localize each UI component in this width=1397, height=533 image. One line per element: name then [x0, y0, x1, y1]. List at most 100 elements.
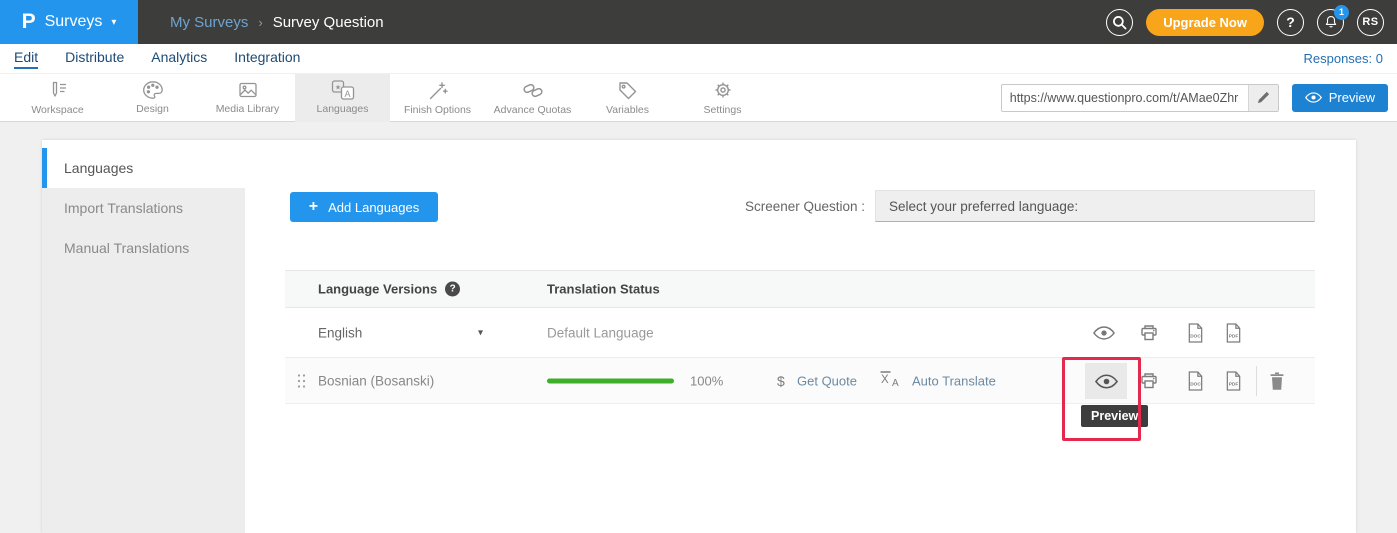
surveys-product-switcher[interactable]: P Surveys ▾: [0, 0, 138, 44]
toolbar-item-label: Advance Quotas: [494, 104, 572, 116]
preview-tooltip: Preview: [1081, 405, 1148, 427]
gear-icon: [712, 79, 734, 101]
preview-button[interactable]: Preview: [1292, 84, 1388, 112]
pencil-icon: [1257, 91, 1270, 104]
svg-text:PDF: PDF: [1228, 381, 1238, 387]
eye-icon: [1305, 92, 1322, 103]
drag-dots-icon: [297, 373, 306, 388]
toolbar-item-variables[interactable]: Variables: [580, 74, 675, 122]
column-header-translation-status: Translation Status: [547, 282, 660, 297]
topbar-actions: Upgrade Now ? 1 RS: [1106, 9, 1397, 36]
upgrade-now-button[interactable]: Upgrade Now: [1146, 9, 1264, 36]
print-language-button[interactable]: [1136, 324, 1162, 342]
main-area: Languages Import Translations Manual Tra…: [0, 122, 1397, 533]
preview-translation-button[interactable]: [1085, 363, 1127, 399]
trash-icon: [1269, 371, 1285, 390]
toolbar-item-label: Variables: [606, 104, 649, 116]
search-button[interactable]: [1106, 9, 1133, 36]
export-pdf-button[interactable]: PDF: [1220, 370, 1246, 391]
toolbar-item-finish-options[interactable]: Finish Options: [390, 74, 485, 122]
svg-text:DOC: DOC: [1190, 333, 1201, 339]
media-library-icon: [237, 80, 259, 100]
get-quote-link[interactable]: Get Quote: [797, 373, 857, 388]
preview-button-label: Preview: [1329, 90, 1375, 105]
breadcrumb-my-surveys[interactable]: My Surveys: [170, 14, 248, 31]
delete-language-button[interactable]: [1264, 371, 1290, 390]
svg-text:A: A: [892, 378, 899, 387]
print-translation-button[interactable]: [1136, 372, 1162, 390]
notification-badge: 1: [1334, 5, 1349, 20]
design-palette-icon: [142, 80, 164, 100]
breadcrumb-separator: ›: [258, 15, 262, 30]
avatar: RS: [1362, 16, 1378, 28]
auto-translate-link[interactable]: Auto Translate: [912, 373, 996, 388]
language-versions-label: Language Versions: [318, 282, 437, 297]
toolbar-item-media-library[interactable]: Media Library: [200, 74, 295, 122]
translate-icon[interactable]: XA: [879, 370, 903, 392]
languages-sidebar: Languages Import Translations Manual Tra…: [42, 140, 245, 533]
toolbar-item-label: Languages: [317, 103, 369, 115]
doc-file-icon: DOC: [1186, 322, 1205, 343]
toolbar-item-label: Media Library: [216, 103, 280, 115]
svg-text:★: ★: [334, 84, 340, 92]
toolbar-item-settings[interactable]: Settings: [675, 74, 770, 122]
tab-integration[interactable]: Integration: [234, 49, 300, 69]
toolbar-item-label: Design: [136, 103, 169, 115]
sidebar-item-import-translations[interactable]: Import Translations: [42, 188, 245, 228]
breadcrumb-current: Survey Question: [273, 14, 384, 31]
chevron-down-icon: ▾: [111, 17, 116, 28]
toolbar-right: Preview: [1001, 84, 1397, 112]
responses-count-link[interactable]: Responses: 0: [1304, 51, 1384, 66]
screener-question-label: Screener Question :: [745, 192, 865, 222]
account-menu-button[interactable]: RS: [1357, 9, 1384, 36]
export-doc-button[interactable]: DOC: [1182, 370, 1208, 391]
questionpro-app: P Surveys ▾ My Surveys › Survey Question…: [0, 0, 1397, 533]
languages-panel: Languages Import Translations Manual Tra…: [42, 140, 1356, 533]
pdf-file-icon: PDF: [1224, 370, 1243, 391]
dollar-icon[interactable]: $: [777, 373, 785, 389]
tab-distribute[interactable]: Distribute: [65, 49, 124, 69]
search-icon: [1111, 14, 1128, 31]
doc-file-icon: DOC: [1186, 370, 1205, 391]
toolbar-item-workspace[interactable]: Workspace: [10, 74, 105, 122]
plus-icon: +: [309, 198, 318, 216]
export-pdf-button[interactable]: PDF: [1220, 322, 1246, 343]
nav-tabs: Edit Distribute Analytics Integration: [14, 49, 300, 69]
table-row-bosnian: Bosnian (Bosanski) 100% $ Get Quote XA A…: [285, 358, 1315, 404]
sidebar-item-languages[interactable]: Languages: [42, 148, 245, 188]
workspace-icon: [47, 80, 69, 101]
help-icon[interactable]: ?: [445, 282, 460, 297]
toolbar-item-design[interactable]: Design: [105, 74, 200, 122]
chain-link-icon: [522, 80, 544, 101]
export-doc-button[interactable]: DOC: [1182, 322, 1208, 343]
pdf-file-icon: PDF: [1224, 322, 1243, 343]
edit-url-button[interactable]: [1248, 85, 1278, 111]
drag-handle[interactable]: [297, 373, 306, 388]
printer-icon: [1139, 372, 1159, 390]
tab-edit[interactable]: Edit: [14, 49, 38, 69]
edit-toolbar: Workspace Design Media Library ★ A Langua…: [0, 73, 1397, 122]
column-header-language-versions: Language Versions ?: [318, 282, 460, 297]
add-languages-button[interactable]: + Add Languages: [290, 192, 438, 222]
translations-table: Language Versions ? Translation Status E…: [285, 270, 1315, 404]
svg-text:X: X: [881, 374, 889, 386]
sidebar-item-manual-translations[interactable]: Manual Translations: [42, 228, 245, 268]
screener-question-select[interactable]: Select your preferred language:: [875, 190, 1315, 222]
notifications-wrap: 1: [1317, 9, 1344, 36]
questionpro-logo: P: [22, 10, 36, 34]
tab-analytics[interactable]: Analytics: [151, 49, 207, 69]
preview-language-button[interactable]: [1091, 326, 1117, 340]
toolbar-item-label: Finish Options: [404, 104, 471, 116]
help-button[interactable]: ?: [1277, 9, 1304, 36]
toolbar-item-label: Settings: [704, 104, 742, 116]
svg-text:DOC: DOC: [1190, 381, 1201, 387]
survey-url-input[interactable]: [1002, 85, 1248, 111]
translation-progress-bar: [547, 378, 674, 383]
toolbar-item-advance-quotas[interactable]: Advance Quotas: [485, 74, 580, 122]
language-name[interactable]: English: [318, 325, 362, 340]
table-row-english: English ▾ Default Language DOC PDF: [285, 308, 1315, 358]
svg-text:A: A: [344, 89, 350, 99]
toolbar-item-languages[interactable]: ★ A Languages: [295, 74, 390, 122]
chevron-down-icon[interactable]: ▾: [478, 327, 483, 338]
breadcrumb: My Surveys › Survey Question: [170, 14, 384, 31]
